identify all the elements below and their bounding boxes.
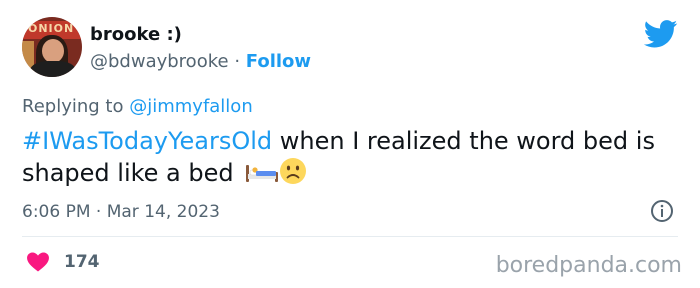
frowning-face-emoji-icon (280, 158, 307, 184)
tweet-time[interactable]: 6:06 PM (22, 202, 91, 222)
reply-mention-link[interactable]: @jimmyfallon (129, 96, 253, 117)
like-count[interactable]: 174 (64, 251, 100, 273)
tweet-date[interactable]: Mar 14, 2023 (107, 202, 220, 222)
twitter-bird-icon[interactable] (644, 20, 678, 48)
avatar[interactable]: ONION (22, 17, 82, 77)
bed-emoji-icon (246, 165, 279, 182)
follow-button[interactable]: Follow (246, 51, 311, 72)
replying-to-row: Replying to @jimmyfallon (22, 95, 253, 119)
separator-dot: · (234, 51, 241, 72)
author-name[interactable]: brooke :) (90, 23, 182, 47)
author-handle[interactable]: @bdwaybrooke (90, 51, 229, 72)
heart-icon[interactable] (26, 252, 50, 272)
avatar-face (42, 39, 64, 63)
divider (22, 236, 678, 237)
replying-to-label: Replying to (22, 96, 124, 117)
timestamp-row: 6:06 PM · Mar 14, 2023 (22, 200, 220, 224)
tweet-text: #IWasTodayYearsOld when I realized the w… (22, 126, 682, 189)
watermark: boredpanda.com (495, 253, 682, 278)
avatar-sign-text: ONION (28, 22, 75, 35)
info-icon[interactable] (650, 199, 674, 223)
separator-dot: · (95, 202, 102, 222)
hashtag-link[interactable]: #IWasTodayYearsOld (22, 127, 272, 155)
author-handle-row: @bdwaybrooke · Follow (90, 50, 311, 74)
avatar-body (30, 61, 76, 77)
